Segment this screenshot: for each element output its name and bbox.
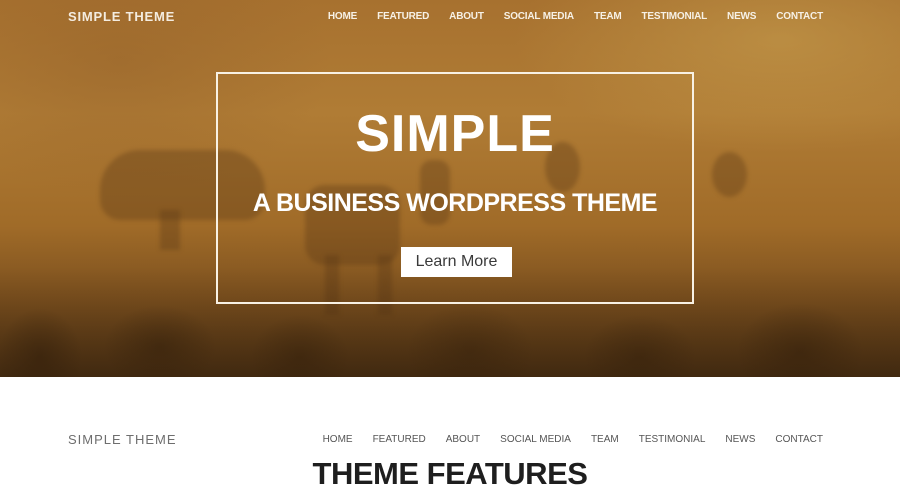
nav-item-contact[interactable]: CONTACT — [775, 434, 823, 445]
nav-item-home[interactable]: HOME — [328, 11, 357, 22]
main-menu: HOME FEATURED ABOUT SOCIAL MEDIA TEAM TE… — [308, 11, 823, 22]
hero-section: SIMPLE THEME HOME FEATURED ABOUT SOCIAL … — [0, 0, 900, 377]
nav-item-testimonial[interactable]: TESTIMONIAL — [639, 434, 706, 445]
nav-item-about[interactable]: ABOUT — [449, 11, 484, 22]
nav-item-featured[interactable]: FEATURED — [373, 434, 426, 445]
secondary-menu: HOME FEATURED ABOUT SOCIAL MEDIA TEAM TE… — [303, 434, 823, 445]
nav-item-social-media[interactable]: SOCIAL MEDIA — [504, 11, 574, 22]
nav-item-social-media[interactable]: SOCIAL MEDIA — [500, 434, 571, 445]
site-brand-link[interactable]: SIMPLE THEME — [68, 432, 177, 447]
nav-item-team[interactable]: TEAM — [594, 11, 622, 22]
learn-more-button[interactable]: Learn More — [401, 247, 512, 277]
nav-item-contact[interactable]: CONTACT — [776, 11, 823, 22]
hero-frame: SIMPLE A BUSINESS WORDPRESS THEME Learn … — [216, 72, 694, 304]
top-navbar: SIMPLE THEME HOME FEATURED ABOUT SOCIAL … — [0, 0, 900, 34]
background-deer-silhouette — [712, 152, 747, 197]
nav-item-news[interactable]: NEWS — [725, 434, 755, 445]
features-section-title: THEME FEATURES — [312, 456, 588, 491]
nav-item-testimonial[interactable]: TESTIMONIAL — [641, 11, 707, 22]
nav-item-news[interactable]: NEWS — [727, 11, 756, 22]
site-brand-link[interactable]: SIMPLE THEME — [68, 9, 175, 24]
background-deer-silhouette — [160, 210, 180, 250]
nav-item-featured[interactable]: FEATURED — [377, 11, 429, 22]
hero-subtitle: A BUSINESS WORDPRESS THEME — [252, 189, 658, 217]
hero-title: SIMPLE — [355, 105, 555, 163]
nav-item-about[interactable]: ABOUT — [446, 434, 480, 445]
nav-item-team[interactable]: TEAM — [591, 434, 619, 445]
secondary-navbar: SIMPLE THEME HOME FEATURED ABOUT SOCIAL … — [0, 425, 900, 455]
nav-item-home[interactable]: HOME — [323, 434, 353, 445]
